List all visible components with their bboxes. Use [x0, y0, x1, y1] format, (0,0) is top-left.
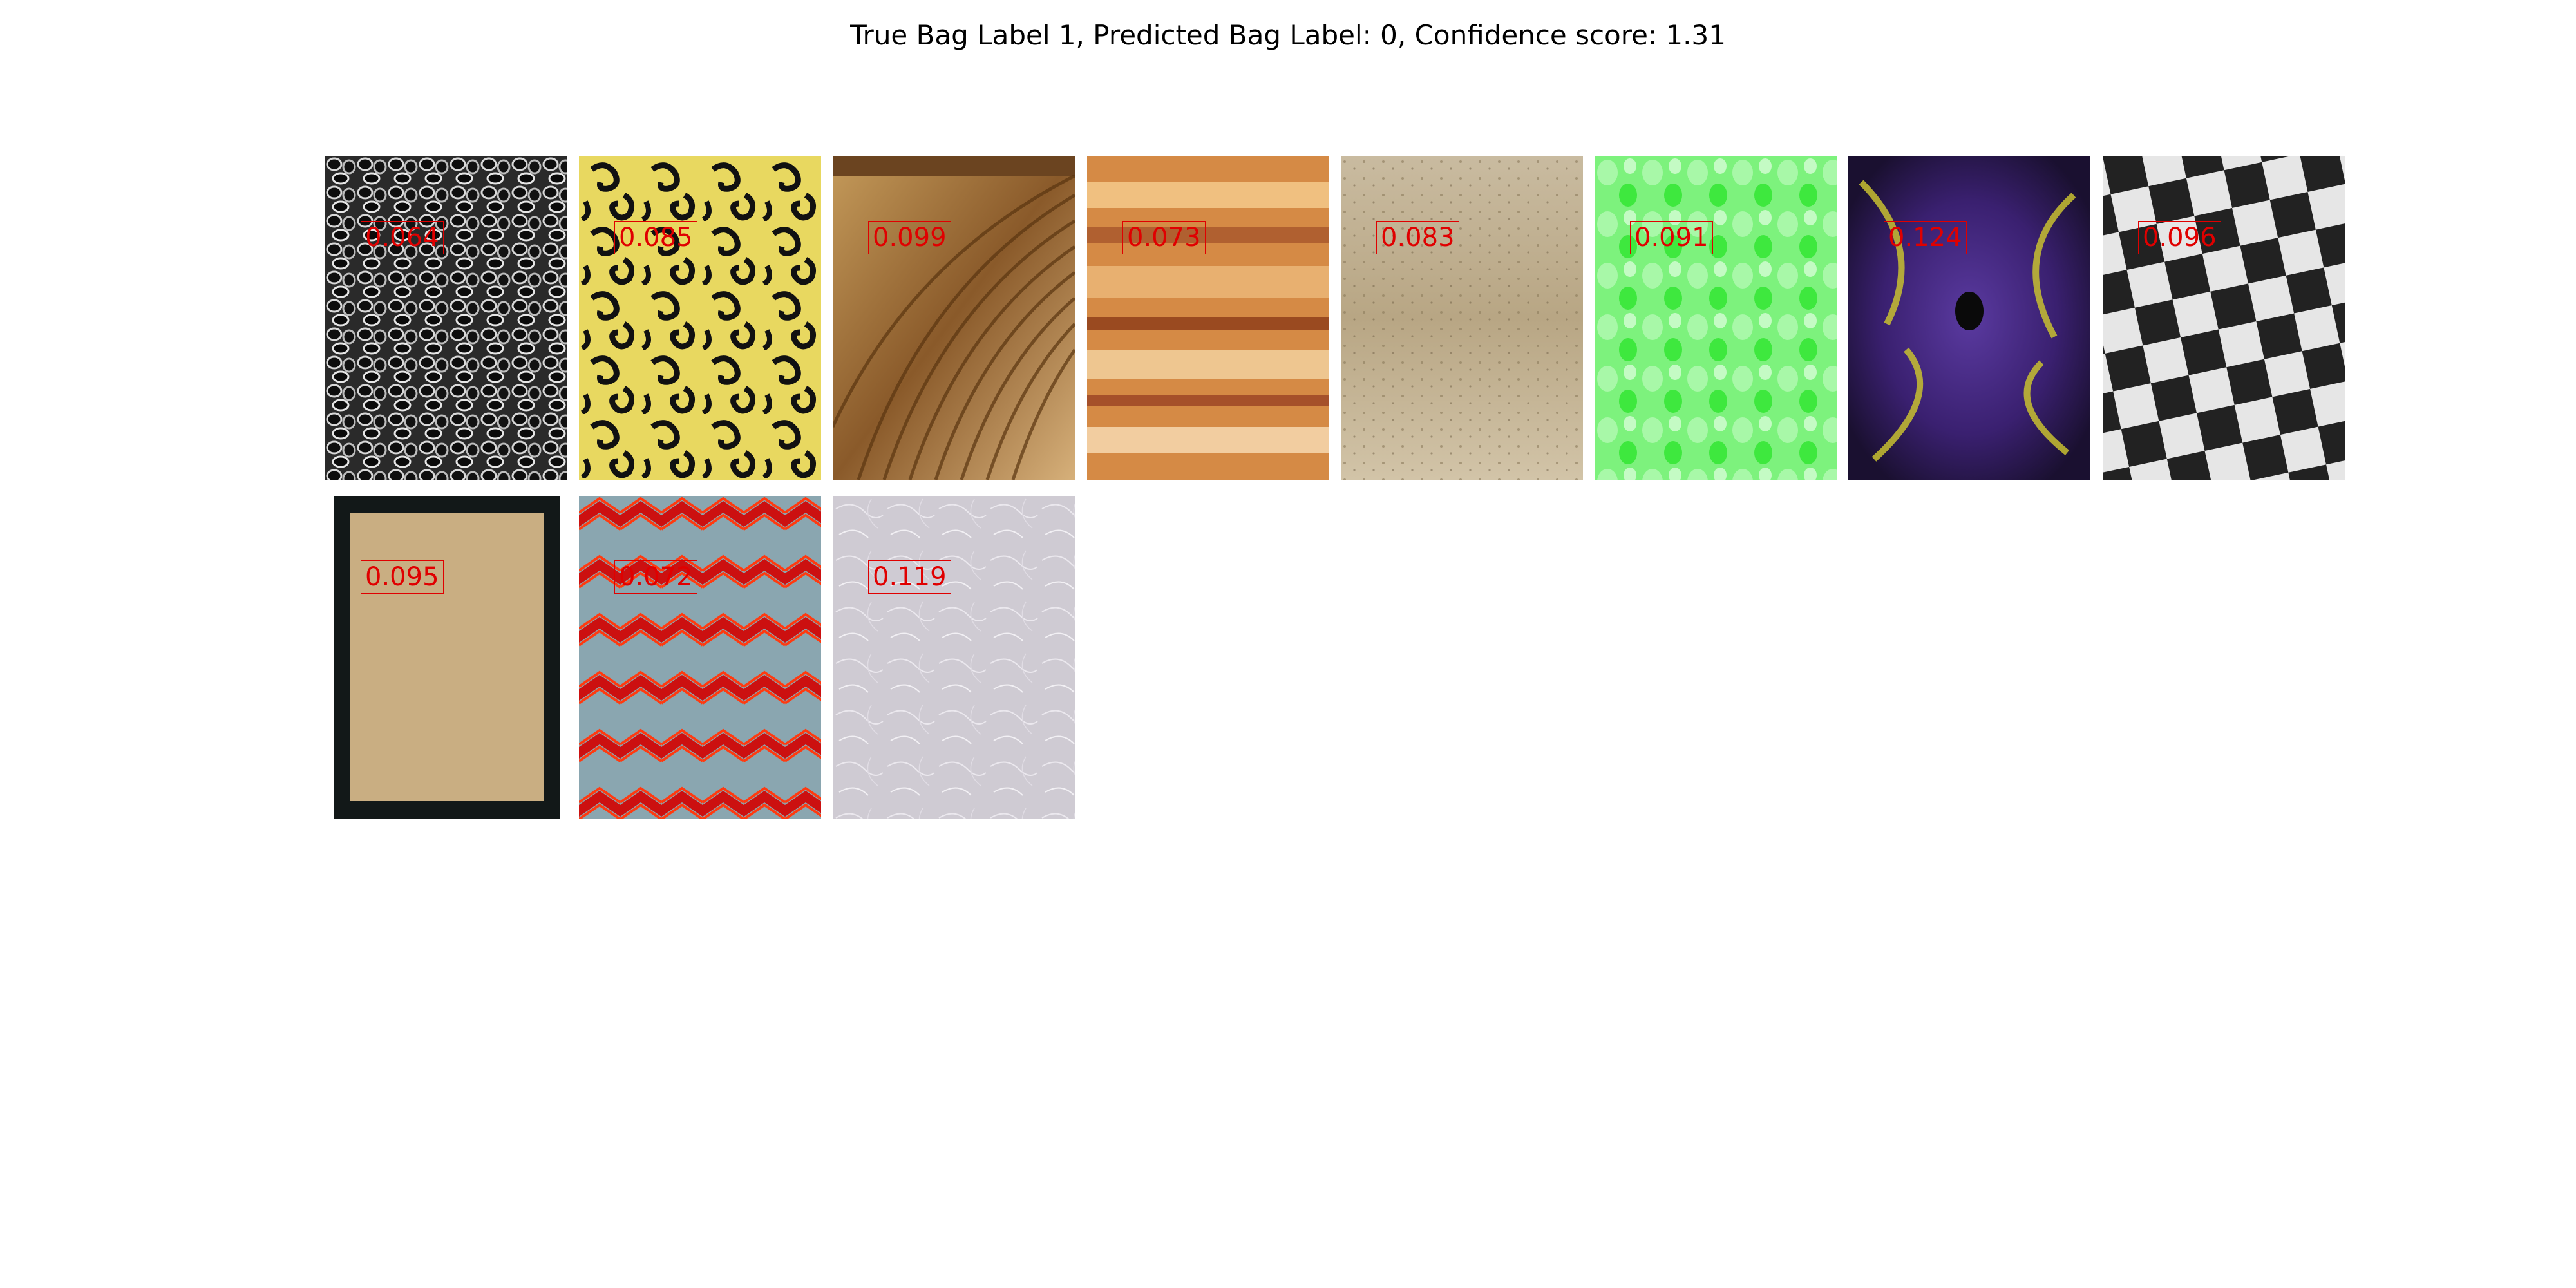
instance-image-8: 0.096 — [2103, 156, 2345, 480]
instance-image-4: 0.073 — [1087, 156, 1329, 480]
instance-image-6: 0.091 — [1595, 156, 1837, 480]
attention-score-label: 0.091 — [1630, 221, 1713, 254]
instance-image-5: 0.083 — [1341, 156, 1583, 480]
attention-score-label: 0.064 — [361, 221, 444, 254]
attention-score-label: 0.124 — [1884, 221, 1967, 254]
attention-score-label: 0.083 — [1376, 221, 1459, 254]
attention-score-label: 0.099 — [868, 221, 951, 254]
instance-image-10: 0.072 — [579, 496, 821, 819]
instance-image-3: 0.099 — [833, 156, 1075, 480]
attention-score-label: 0.119 — [868, 560, 951, 594]
attention-score-label: 0.085 — [614, 221, 697, 254]
instance-image-7: 0.124 — [1848, 156, 2090, 480]
attention-score-label: 0.096 — [2138, 221, 2221, 254]
instance-image-9: 0.095 — [325, 496, 567, 819]
instance-image-11: 0.119 — [833, 496, 1075, 819]
attention-score-label: 0.095 — [361, 560, 444, 594]
figure-title: True Bag Label 1, Predicted Bag Label: 0… — [850, 19, 1726, 51]
attention-score-label: 0.072 — [614, 560, 697, 594]
attention-score-label: 0.073 — [1122, 221, 1206, 254]
instance-image-2: 0.085 — [579, 156, 821, 480]
instance-image-1: 0.064 — [325, 156, 567, 480]
